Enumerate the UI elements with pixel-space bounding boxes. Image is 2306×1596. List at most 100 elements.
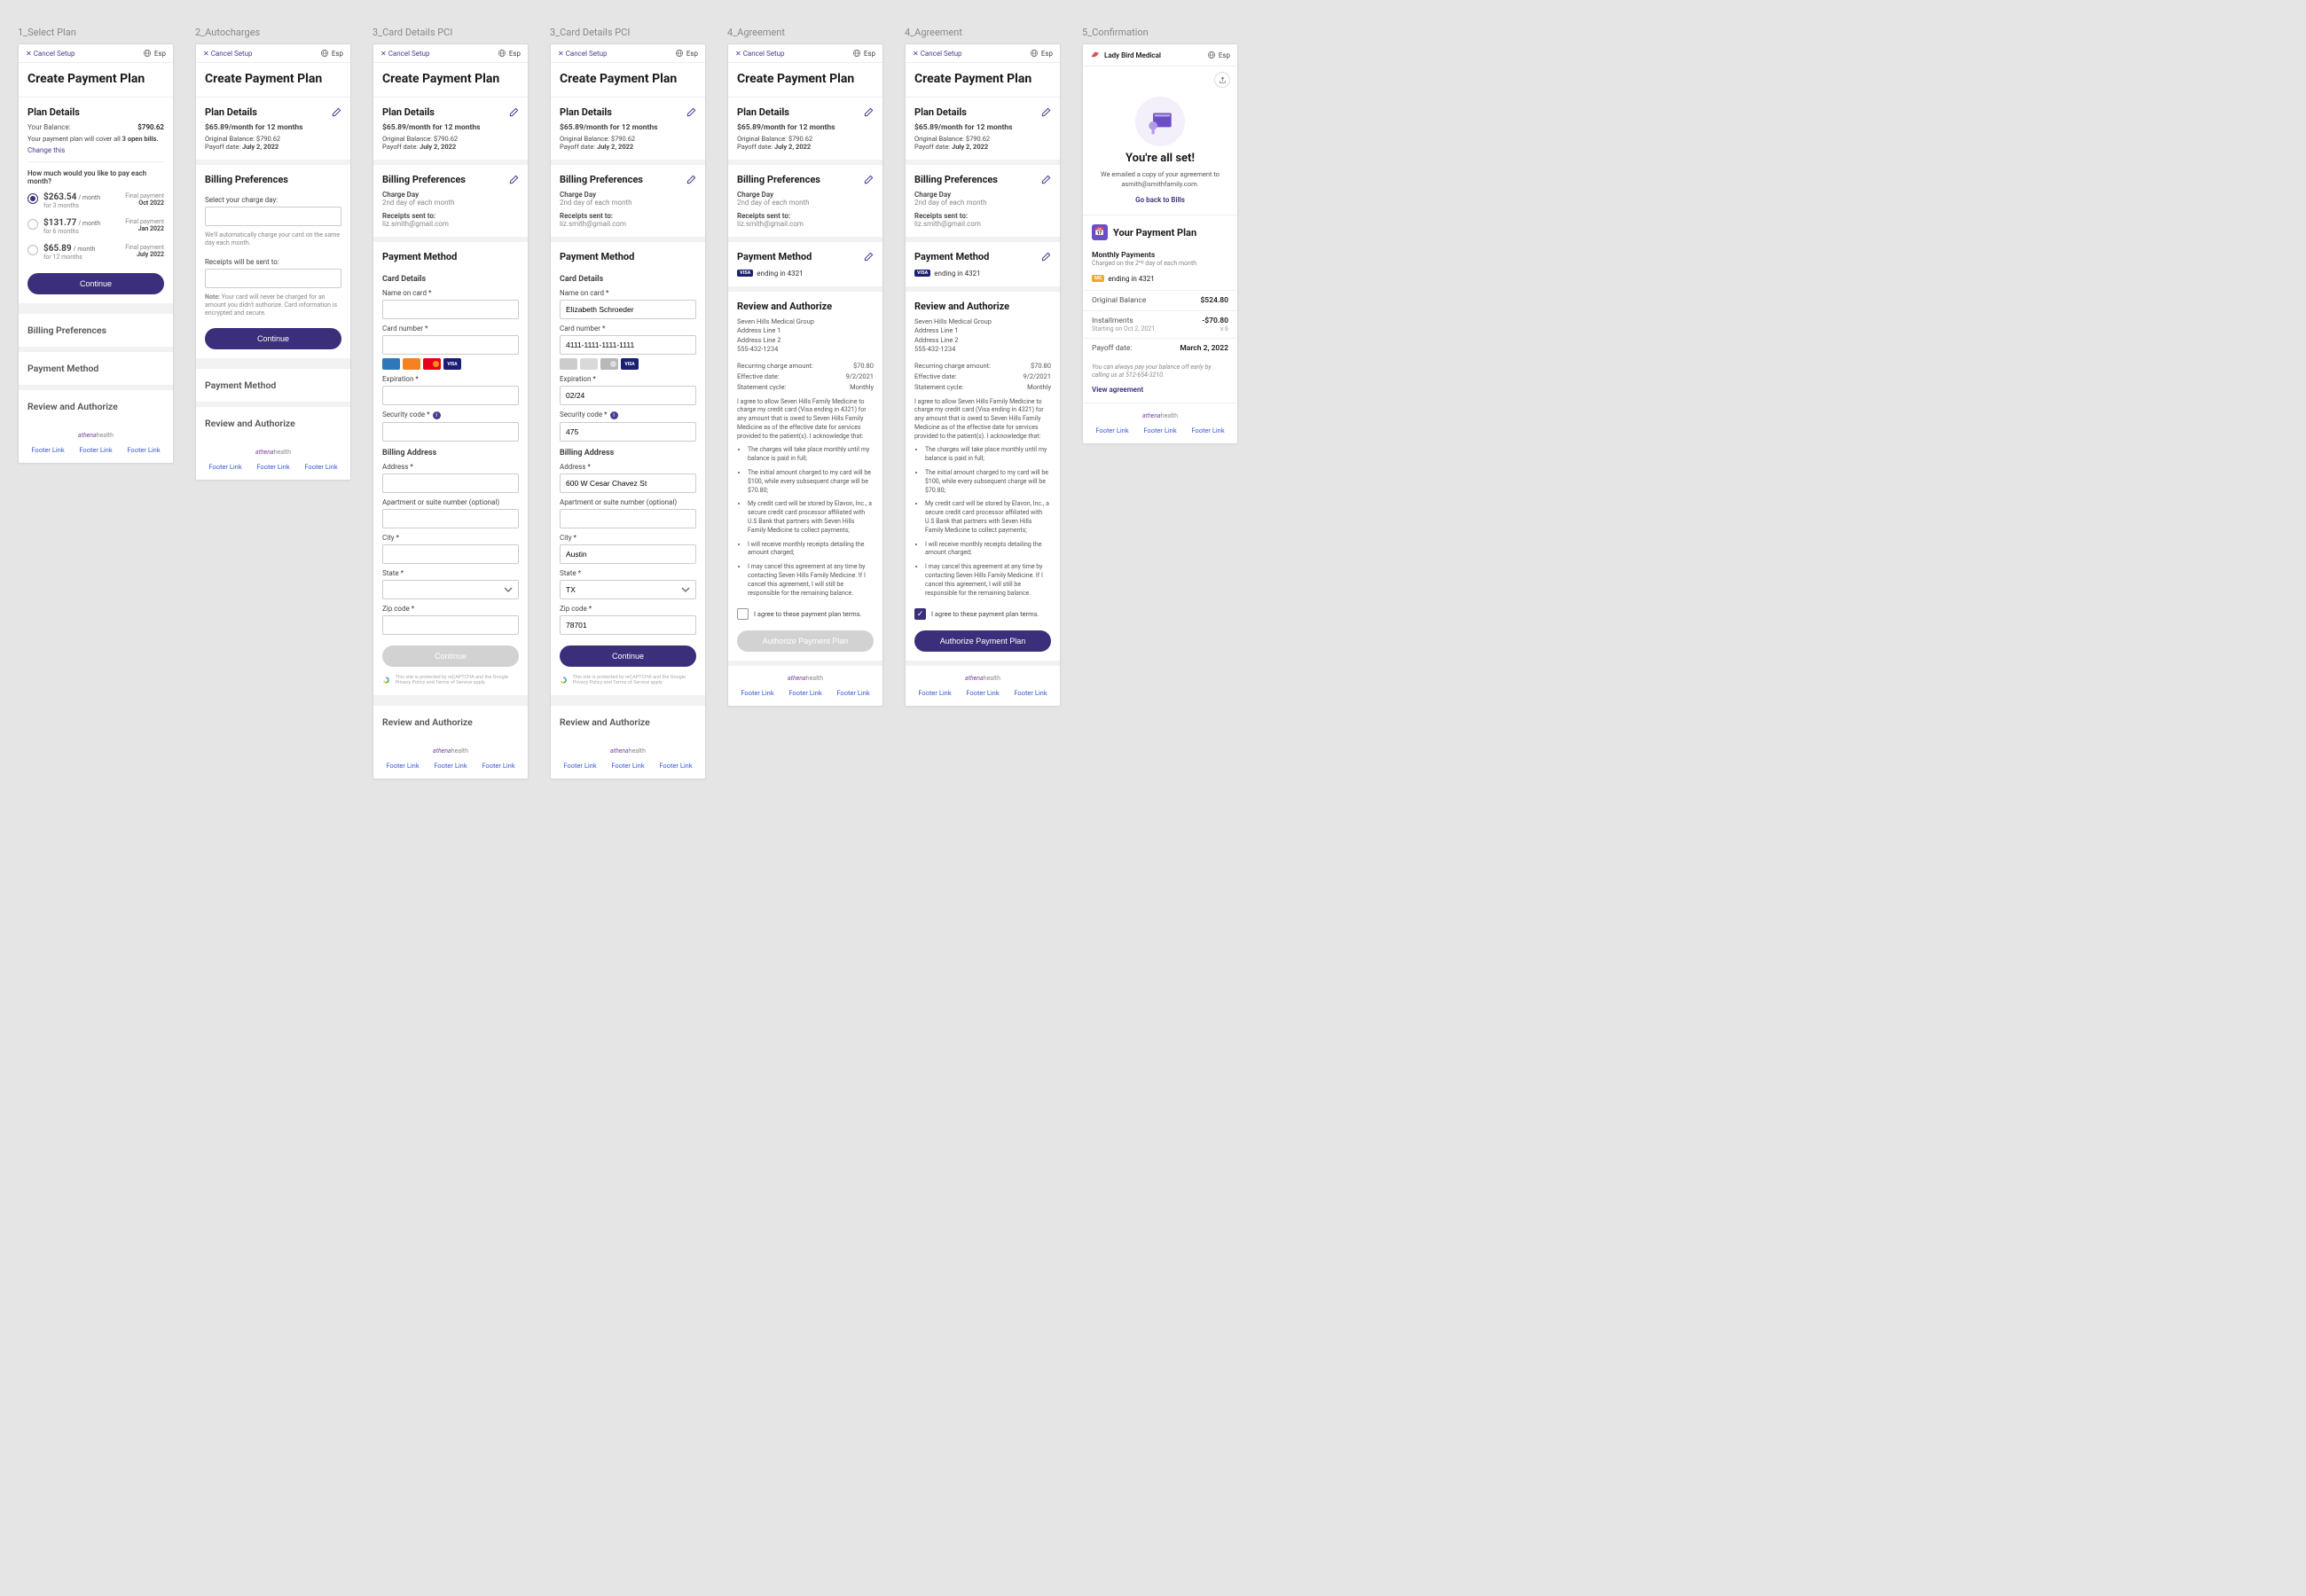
continue-button[interactable]: Continue — [205, 328, 341, 349]
language-toggle[interactable]: Esp — [852, 49, 875, 58]
balance-label: Your Balance: — [27, 123, 71, 131]
footer-link[interactable]: Footer Link — [563, 762, 596, 770]
language-toggle[interactable]: Esp — [675, 49, 698, 58]
agree-checkbox-row[interactable]: ✓ I agree to these payment plan terms. — [914, 608, 1051, 620]
edit-icon[interactable] — [864, 252, 874, 262]
continue-button[interactable]: Continue — [560, 645, 696, 667]
footer-link[interactable]: Footer Link — [788, 689, 821, 697]
confirmation-message: We emailed a copy of your agreement to a… — [1083, 170, 1237, 189]
screen-card-empty: ✕Cancel Setup Esp Create Payment Plan Pl… — [373, 43, 529, 779]
state-select[interactable]: TX — [560, 580, 696, 599]
language-toggle[interactable]: Esp — [498, 49, 521, 58]
receipts-label: Receipts will be sent to: — [205, 258, 341, 266]
footer-link[interactable]: Footer Link — [386, 762, 419, 770]
name-on-card-input[interactable] — [560, 300, 696, 319]
footer-link[interactable]: Footer Link — [482, 762, 514, 770]
authorize-button[interactable]: Authorize Payment Plan — [914, 630, 1051, 652]
view-agreement-link[interactable]: View agreement — [1083, 386, 1237, 403]
footer-link[interactable]: Footer Link — [304, 463, 337, 471]
change-this-link[interactable]: Change this — [27, 146, 164, 154]
security-code-input[interactable] — [560, 422, 696, 442]
footer-link[interactable]: Footer Link — [659, 762, 692, 770]
edit-icon[interactable] — [509, 175, 519, 184]
footer-link[interactable]: Footer Link — [208, 463, 241, 471]
edit-icon[interactable] — [509, 107, 519, 117]
payment-method-collapsed[interactable]: Payment Method — [19, 347, 173, 385]
edit-icon[interactable] — [1041, 252, 1051, 262]
cancel-setup-link[interactable]: ✕Cancel Setup — [380, 50, 430, 58]
cancel-setup-link[interactable]: ✕Cancel Setup — [26, 50, 75, 58]
language-toggle[interactable]: Esp — [320, 49, 343, 58]
mastercard-icon — [600, 358, 618, 370]
screen-autocharges: ✕Cancel Setup Esp Create Payment Plan Pl… — [195, 43, 351, 481]
back-to-bills-link[interactable]: Go back to Bills — [1083, 196, 1237, 204]
plan-option-0[interactable]: $263.54 / monthfor 3 months Final paymen… — [27, 192, 164, 209]
info-icon[interactable]: i — [433, 411, 441, 419]
security-code-input[interactable] — [382, 422, 519, 442]
cancel-setup-link[interactable]: ✕Cancel Setup — [735, 50, 785, 58]
billing-prefs-collapsed[interactable]: Billing Preferences — [19, 309, 173, 347]
plan-option-2[interactable]: $65.89 / monthfor 12 months Final paymen… — [27, 244, 164, 261]
plan-details-heading: Plan Details — [382, 106, 435, 118]
name-on-card-input[interactable] — [382, 300, 519, 319]
info-icon[interactable]: i — [610, 411, 618, 419]
expiration-input[interactable] — [560, 386, 696, 405]
cancel-setup-link[interactable]: ✕Cancel Setup — [913, 50, 962, 58]
edit-icon[interactable] — [864, 107, 874, 117]
edit-icon[interactable] — [686, 175, 696, 184]
footer-link[interactable]: Footer Link — [1143, 426, 1176, 434]
edit-icon[interactable] — [864, 175, 874, 184]
cancel-setup-link[interactable]: ✕Cancel Setup — [203, 50, 253, 58]
state-select[interactable] — [382, 580, 519, 599]
review-collapsed[interactable]: Review and Authorize — [19, 385, 173, 423]
amex-icon — [382, 358, 400, 370]
pci-note: Note: Your card will never be charged fo… — [205, 293, 341, 317]
city-input[interactable] — [560, 544, 696, 564]
edit-icon[interactable] — [1041, 175, 1051, 184]
edit-icon[interactable] — [1041, 107, 1051, 117]
edit-icon[interactable] — [686, 107, 696, 117]
zip-input[interactable] — [560, 615, 696, 635]
charge-day-input[interactable] — [205, 207, 341, 226]
footer-link[interactable]: Footer Link — [741, 689, 773, 697]
footer-link[interactable]: Footer Link — [611, 762, 644, 770]
language-toggle[interactable]: Esp — [1030, 49, 1053, 58]
payment-method-collapsed[interactable]: Payment Method — [196, 364, 350, 402]
footer-link[interactable]: Footer Link — [1014, 689, 1047, 697]
brand-footer: athenahealth — [373, 739, 528, 758]
language-toggle[interactable]: Esp — [1207, 51, 1230, 59]
share-icon — [1219, 76, 1227, 84]
footer-link[interactable]: Footer Link — [836, 689, 869, 697]
plan-option-1[interactable]: $131.77 / monthfor 6 months Final paymen… — [27, 218, 164, 235]
footer-links: Footer Link Footer Link Footer Link — [196, 459, 350, 480]
review-collapsed[interactable]: Review and Authorize — [373, 700, 528, 739]
footer-link[interactable]: Footer Link — [127, 446, 160, 454]
apt-input[interactable] — [560, 509, 696, 528]
address-input[interactable] — [560, 473, 696, 493]
footer-link[interactable]: Footer Link — [1095, 426, 1128, 434]
footer-link[interactable]: Footer Link — [918, 689, 951, 697]
footer-link[interactable]: Footer Link — [966, 689, 999, 697]
continue-button[interactable]: Continue — [27, 273, 164, 294]
footer-link[interactable]: Footer Link — [79, 446, 112, 454]
footer-link[interactable]: Footer Link — [256, 463, 289, 471]
card-number-input[interactable] — [560, 335, 696, 355]
edit-icon[interactable] — [332, 107, 341, 117]
agree-checkbox-row[interactable]: I agree to these payment plan terms. — [737, 608, 874, 620]
zip-input[interactable] — [382, 615, 519, 635]
share-button[interactable] — [1214, 72, 1230, 88]
city-input[interactable] — [382, 544, 519, 564]
apt-input[interactable] — [382, 509, 519, 528]
review-collapsed[interactable]: Review and Authorize — [551, 700, 705, 739]
footer-link[interactable]: Footer Link — [434, 762, 467, 770]
footer-link[interactable]: Footer Link — [1191, 426, 1224, 434]
footer-link[interactable]: Footer Link — [31, 446, 64, 454]
card-number-input[interactable] — [382, 335, 519, 355]
expiration-input[interactable] — [382, 386, 519, 405]
billing-prefs-heading: Billing Preferences — [205, 174, 288, 185]
language-toggle[interactable]: Esp — [143, 49, 166, 58]
cancel-setup-link[interactable]: ✕Cancel Setup — [558, 50, 608, 58]
address-input[interactable] — [382, 473, 519, 493]
review-collapsed[interactable]: Review and Authorize — [196, 402, 350, 440]
receipts-input[interactable] — [205, 269, 341, 288]
